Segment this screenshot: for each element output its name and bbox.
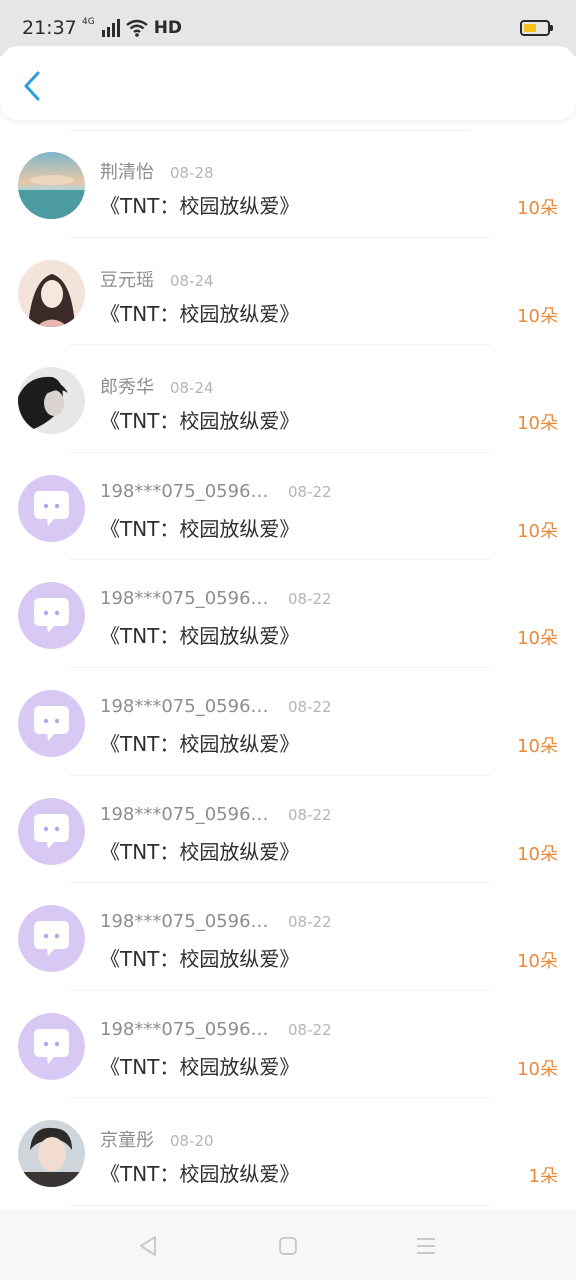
user-name: 豆元瑶 xyxy=(100,269,154,291)
system-nav-bar xyxy=(0,1210,576,1280)
name-line: 198***075_059628... 08-22 xyxy=(100,696,456,717)
gift-date: 08-24 xyxy=(170,271,214,290)
gift-date: 08-22 xyxy=(288,1020,332,1039)
gift-date: 08-24 xyxy=(170,379,214,398)
nav-menu-icon xyxy=(417,1238,435,1254)
user-name: 198***075_059628... xyxy=(100,803,272,825)
portrait-boy-avatar xyxy=(18,1120,85,1188)
nav-menu-button[interactable] xyxy=(412,1232,440,1260)
book-title: 《TNT：校园放纵爱》 xyxy=(100,624,300,649)
name-line: 豆元瑶 08-24 xyxy=(100,266,456,292)
gift-amount: 10朵 xyxy=(517,1058,558,1080)
gift-record-list: 荆清怡 08-28 《TNT：校园放纵爱》 10朵 豆元瑶 08-24 《TNT… xyxy=(0,130,576,1210)
list-item[interactable]: 198***075_059628... 08-22 《TNT：校园放纵爱》 10… xyxy=(0,453,576,561)
battery-level xyxy=(524,24,536,32)
name-line: 198***075_059628... 08-22 xyxy=(100,1019,456,1040)
list-item[interactable]: 198***075_059628... 08-22 《TNT：校园放纵爱》 10… xyxy=(0,560,576,668)
name-line: 198***075_059628... 08-22 xyxy=(100,588,456,609)
avatar[interactable] xyxy=(18,367,85,435)
gift-amount: 10朵 xyxy=(517,413,558,435)
default-chat-avatar xyxy=(18,690,85,757)
status-icons: 4G HD xyxy=(82,17,183,39)
gift-date: 08-20 xyxy=(170,1132,214,1151)
list-item[interactable]: 198***075_059628... 08-22 《TNT：校园放纵爱》 10… xyxy=(0,991,576,1099)
list-item[interactable]: 郎秀华 08-24 《TNT：校园放纵爱》 10朵 xyxy=(0,345,576,453)
gift-date: 08-22 xyxy=(288,805,332,824)
gift-amount: 10朵 xyxy=(517,305,558,327)
avatar[interactable] xyxy=(18,152,85,219)
book-title: 《TNT：校园放纵爱》 xyxy=(100,839,300,864)
default-chat-avatar xyxy=(18,797,85,865)
chevron-left-icon xyxy=(24,71,40,101)
name-line: 荆清怡 08-28 xyxy=(100,158,456,184)
book-title: 《TNT：校园放纵爱》 xyxy=(100,1054,300,1079)
name-line: 郎秀华 08-24 xyxy=(100,373,456,399)
gift-amount: 10朵 xyxy=(517,628,558,650)
nav-home-button[interactable] xyxy=(274,1232,302,1260)
avatar[interactable] xyxy=(18,1012,85,1080)
signal-icon xyxy=(101,19,120,37)
header-bar xyxy=(0,46,576,120)
book-title: 《TNT：校园放纵爱》 xyxy=(100,194,300,218)
book-title: 《TNT：校园放纵爱》 xyxy=(100,1162,300,1187)
gift-amount: 10朵 xyxy=(517,736,558,757)
list-item[interactable]: 荆清怡 08-28 《TNT：校园放纵爱》 10朵 xyxy=(0,130,576,238)
back-button[interactable] xyxy=(14,66,50,106)
book-title: 《TNT：校园放纵爱》 xyxy=(100,409,300,434)
gift-date: 08-22 xyxy=(288,698,332,716)
default-chat-avatar xyxy=(18,582,85,650)
user-name: 郎秀华 xyxy=(100,377,154,399)
network-type: 4G xyxy=(82,17,95,27)
connection-label: HD xyxy=(153,18,183,38)
name-line: 198***075_059628... 08-22 xyxy=(100,911,456,932)
name-line: 198***075_059628... 08-22 xyxy=(100,804,456,825)
avatar[interactable] xyxy=(18,690,85,757)
gift-amount: 10朵 xyxy=(517,843,558,865)
nav-back-icon xyxy=(140,1236,156,1256)
gift-date: 08-22 xyxy=(288,590,332,609)
list-item[interactable]: 豆元瑶 08-24 《TNT：校园放纵爱》 10朵 xyxy=(0,238,576,346)
default-chat-avatar xyxy=(18,905,85,973)
portrait-woman-avatar xyxy=(18,367,85,435)
user-name: 198***075_059628... xyxy=(100,696,272,717)
list-item[interactable]: 京童彤 08-20 《TNT：校园放纵爱》 1朵 xyxy=(0,1098,576,1206)
nav-home-icon xyxy=(279,1237,297,1255)
user-name: 198***075_059628... xyxy=(100,588,272,610)
avatar[interactable] xyxy=(18,259,85,327)
sunset-landscape-avatar xyxy=(18,152,85,219)
book-title: 《TNT：校园放纵爱》 xyxy=(100,947,300,972)
book-title: 《TNT：校园放纵爱》 xyxy=(100,516,300,541)
gift-date: 08-22 xyxy=(288,913,332,932)
avatar[interactable] xyxy=(18,474,85,542)
status-time: 21:37 xyxy=(22,17,77,39)
battery-icon xyxy=(520,20,553,36)
list-item[interactable]: 198***075_059628... 08-22 《TNT：校园放纵爱》 10… xyxy=(0,668,576,776)
user-name: 京童彤 xyxy=(100,1130,154,1152)
gift-amount: 10朵 xyxy=(517,520,558,542)
gift-date: 08-22 xyxy=(288,482,332,501)
default-chat-avatar xyxy=(18,474,85,542)
gift-amount: 10朵 xyxy=(517,198,558,219)
gift-amount: 10朵 xyxy=(517,951,558,973)
nav-back-button[interactable] xyxy=(134,1232,162,1260)
user-name: 198***075_059628... xyxy=(100,911,272,933)
wifi-icon xyxy=(125,19,148,37)
default-chat-avatar xyxy=(18,1012,85,1080)
user-name: 荆清怡 xyxy=(100,162,154,183)
name-line: 京童彤 08-20 xyxy=(100,1126,456,1152)
list-item[interactable]: 198***075_059628... 08-22 《TNT：校园放纵爱》 10… xyxy=(0,883,576,991)
avatar[interactable] xyxy=(18,1120,85,1188)
name-line: 198***075_059628... 08-22 xyxy=(100,481,456,502)
gift-amount: 1朵 xyxy=(528,1166,558,1188)
avatar[interactable] xyxy=(18,582,85,650)
book-title: 《TNT：校园放纵爱》 xyxy=(100,301,300,326)
user-name: 198***075_059628... xyxy=(100,1018,272,1040)
gift-date: 08-28 xyxy=(170,164,214,182)
avatar[interactable] xyxy=(18,905,85,973)
book-title: 《TNT：校园放纵爱》 xyxy=(100,732,300,756)
list-item[interactable]: 198***075_059628... 08-22 《TNT：校园放纵爱》 10… xyxy=(0,776,576,884)
avatar[interactable] xyxy=(18,797,85,865)
user-name: 198***075_059628... xyxy=(100,480,272,502)
illustrated-girl-avatar xyxy=(18,259,85,327)
